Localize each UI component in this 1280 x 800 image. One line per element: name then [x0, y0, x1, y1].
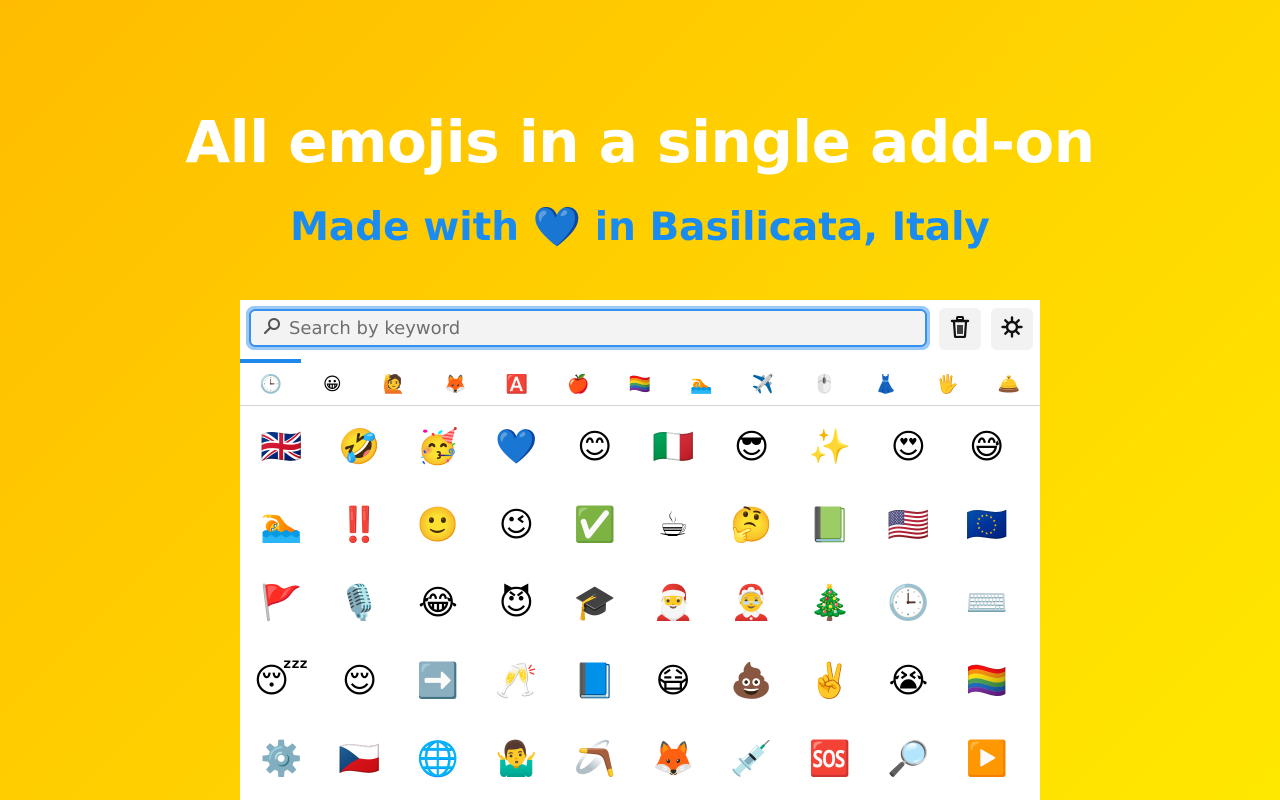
- emoji-button[interactable]: 🇪🇺: [948, 486, 1026, 564]
- emoji-button[interactable]: 😭: [869, 642, 947, 720]
- tab-animals[interactable]: 🦊: [425, 363, 487, 405]
- emoji-button[interactable]: ✅: [556, 486, 634, 564]
- objects-category-icon: 🖱️: [813, 373, 836, 395]
- flags-category-icon: 🏳️‍🌈: [628, 373, 651, 395]
- tab-food[interactable]: 🍎: [548, 363, 610, 405]
- emoji-button[interactable]: 🪃: [556, 720, 634, 798]
- travel-category-icon: ✈️: [751, 373, 774, 395]
- emoji-button[interactable]: 😉: [477, 486, 555, 564]
- emoji-button[interactable]: ✌️: [791, 642, 869, 720]
- emoji-button[interactable]: 📗: [791, 486, 869, 564]
- emoji-button[interactable]: 😍: [869, 408, 947, 486]
- emoji-button[interactable]: 🔎: [869, 720, 947, 798]
- emoji-button[interactable]: 🏊: [242, 486, 320, 564]
- subheadline: Made with 💙 in Basilicata, Italy: [0, 204, 1280, 250]
- emoji-button[interactable]: 🎄: [791, 564, 869, 642]
- subheadline-suffix: in Basilicata, Italy: [581, 205, 990, 250]
- tab-symbols[interactable]: 🅰️: [486, 363, 548, 405]
- recent-category-icon: 🕒: [259, 373, 282, 395]
- emoji-button[interactable]: 🎓: [556, 564, 634, 642]
- search-input[interactable]: [289, 313, 925, 343]
- subheadline-prefix: Made with: [290, 205, 533, 250]
- emoji-grid: 🇬🇧 🤣 🥳 💙 😊 🇮🇹 😎 ✨ 😍 😅 🏊 ‼️ 🙂 😉 ✅ ☕ 🤔 📗 🇺🇸 🇪🇺 🚩 🎙️ 😂 😈 🎓 🎅 🤶 🎄 🕒 ⌨️ 😴 😌 ➡…: [242, 408, 1032, 798]
- activities-category-icon: 🏊: [690, 373, 713, 395]
- tab-recent[interactable]: 🕒: [240, 363, 302, 405]
- emoji-button[interactable]: ▶️: [948, 720, 1026, 798]
- emoji-button[interactable]: 🤔: [712, 486, 790, 564]
- trash-icon: [950, 316, 970, 342]
- category-tabs: 🕒 😀 🙋 🦊 🅰️ 🍎 🏳️‍🌈 🏊 ✈️ 🖱️ 👗 🖐️ 🛎️: [240, 363, 1040, 406]
- emoji-button[interactable]: ⚙️: [242, 720, 320, 798]
- emoji-button[interactable]: 🤶: [712, 564, 790, 642]
- emoji-button[interactable]: 😎: [712, 408, 790, 486]
- emoji-button[interactable]: ‼️: [320, 486, 398, 564]
- smileys-category-icon: 😀: [322, 373, 342, 395]
- emoji-button[interactable]: 🌐: [399, 720, 477, 798]
- clear-recent-button[interactable]: [939, 308, 981, 350]
- tab-flags[interactable]: 🏳️‍🌈: [609, 363, 671, 405]
- emoji-button[interactable]: 🎙️: [320, 564, 398, 642]
- animals-category-icon: 🦊: [444, 373, 467, 395]
- emoji-button[interactable]: 💙: [477, 408, 555, 486]
- search-field[interactable]: [246, 306, 930, 350]
- emoji-button[interactable]: 🕒: [869, 564, 947, 642]
- emoji-button[interactable]: 🆘: [791, 720, 869, 798]
- settings-button[interactable]: [991, 308, 1033, 350]
- emoji-button[interactable]: 🇮🇹: [634, 408, 712, 486]
- search-box[interactable]: [249, 309, 927, 347]
- emoji-button[interactable]: 🎅: [634, 564, 712, 642]
- emoji-button[interactable]: ⌨️: [948, 564, 1026, 642]
- tab-people[interactable]: 🙋: [363, 363, 425, 405]
- clothing-category-icon: 👗: [874, 373, 897, 395]
- emoji-button[interactable]: 💩: [712, 642, 790, 720]
- emoji-picker-panel: 🕒😀🙋🦊🅰️🍎🏳️‍🌈🏊✈️🖱️👗🖐️🛎️ 🇬🇧🤣🥳💙😊🇮🇹😎✨😍😅🏊‼️🙂😉✅…: [240, 300, 1040, 800]
- tab-activities[interactable]: 🏊: [671, 363, 733, 405]
- symbols-category-icon: 🅰️: [505, 373, 528, 395]
- tab-services[interactable]: 🛎️: [978, 363, 1040, 405]
- emoji-button[interactable]: 💉: [712, 720, 790, 798]
- people-category-icon: 🙋: [382, 373, 405, 395]
- emoji-button[interactable]: 🙂: [399, 486, 477, 564]
- tab-travel[interactable]: ✈️: [732, 363, 794, 405]
- emoji-button[interactable]: 📘: [556, 642, 634, 720]
- hands-category-icon: 🖐️: [936, 373, 959, 395]
- emoji-button[interactable]: 🚩: [242, 564, 320, 642]
- emoji-button[interactable]: 🦊: [634, 720, 712, 798]
- emoji-button[interactable]: 😴: [242, 642, 320, 720]
- emoji-button[interactable]: 🥳: [399, 408, 477, 486]
- emoji-button[interactable]: 🇨🇿: [320, 720, 398, 798]
- emoji-button[interactable]: 🥂: [477, 642, 555, 720]
- emoji-button[interactable]: 🇬🇧: [242, 408, 320, 486]
- tab-objects[interactable]: 🖱️: [794, 363, 856, 405]
- emoji-button[interactable]: 😌: [320, 642, 398, 720]
- emoji-button[interactable]: ✨: [791, 408, 869, 486]
- services-category-icon: 🛎️: [997, 373, 1020, 395]
- emoji-button[interactable]: 🤣: [320, 408, 398, 486]
- emoji-button[interactable]: ☕: [634, 486, 712, 564]
- emoji-button[interactable]: 🤷‍♂️: [477, 720, 555, 798]
- headline: All emojis in a single add-on: [185, 108, 1095, 176]
- emoji-button[interactable]: 😷: [634, 642, 712, 720]
- gear-icon: [1001, 316, 1023, 342]
- tab-hands[interactable]: 🖐️: [917, 363, 979, 405]
- blue-heart-icon: 💙: [532, 205, 582, 250]
- emoji-button[interactable]: 😅: [948, 408, 1026, 486]
- tab-smileys[interactable]: 😀: [302, 363, 364, 405]
- emoji-button[interactable]: 🇺🇸: [869, 486, 947, 564]
- emoji-button[interactable]: 😂: [399, 564, 477, 642]
- emoji-button[interactable]: 🏳️‍🌈: [948, 642, 1026, 720]
- emoji-button[interactable]: ➡️: [399, 642, 477, 720]
- emoji-button[interactable]: 😊: [556, 408, 634, 486]
- emoji-button[interactable]: 😈: [477, 564, 555, 642]
- search-icon: [263, 317, 285, 339]
- tab-clothing[interactable]: 👗: [855, 363, 917, 405]
- food-category-icon: 🍎: [567, 373, 590, 395]
